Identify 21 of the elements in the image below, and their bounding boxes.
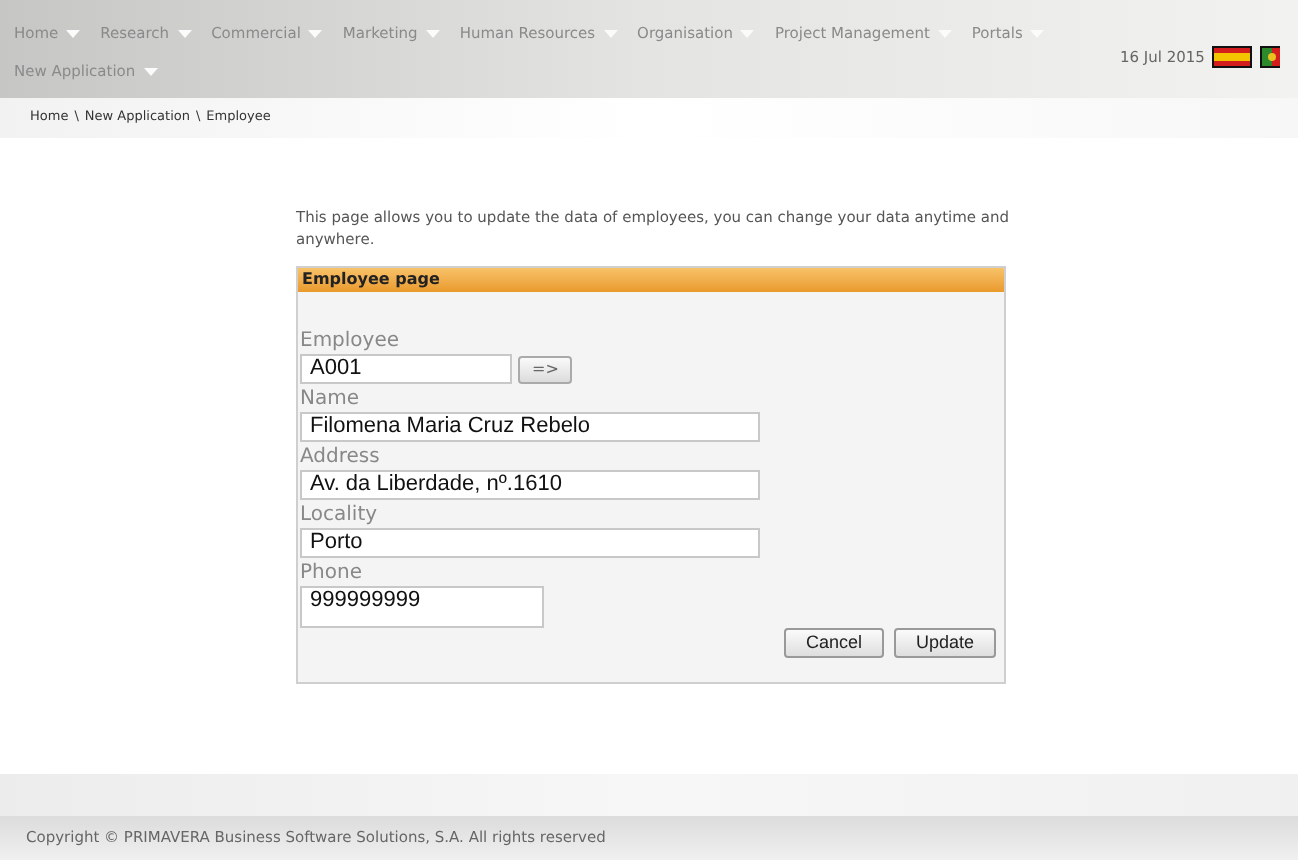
- caret-icon: [308, 30, 323, 38]
- caret-icon: [425, 30, 440, 38]
- lookup-button[interactable]: =>: [518, 355, 573, 383]
- flag-icon[interactable]: [1260, 46, 1281, 69]
- caret-icon: [177, 30, 192, 38]
- field-label: Name: [300, 386, 362, 412]
- input-field[interactable]: Filomena Maria Cruz Rebelo: [300, 412, 760, 442]
- input-field[interactable]: Av. da Liberdade, nº.1610: [300, 470, 760, 500]
- caret-icon: [66, 30, 81, 38]
- caret-icon: [143, 68, 158, 76]
- input-field[interactable]: 999999999: [300, 586, 544, 628]
- form-button[interactable]: Update: [893, 628, 996, 658]
- field-label: Employee: [300, 328, 402, 354]
- field-label: Locality: [300, 502, 380, 528]
- flag-icon[interactable]: [1212, 46, 1253, 69]
- field-label: Phone: [300, 560, 364, 586]
- field-label: Address: [300, 444, 382, 470]
- panel-title: Employee page: [302, 268, 440, 292]
- input-field[interactable]: Porto: [300, 528, 760, 558]
- input-field[interactable]: A001: [300, 354, 512, 384]
- form-button[interactable]: Cancel: [783, 628, 884, 658]
